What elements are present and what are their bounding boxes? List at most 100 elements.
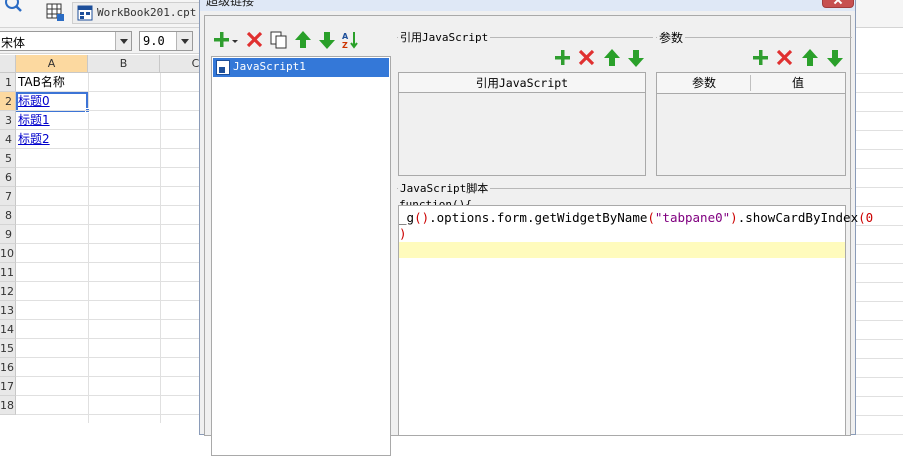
add-icon[interactable]	[751, 48, 771, 68]
cell-a1[interactable]: TAB名称	[18, 73, 65, 92]
grid-divider	[16, 300, 203, 301]
delete-icon[interactable]	[577, 48, 597, 68]
row-header[interactable]: 6	[0, 168, 16, 187]
svg-text:Z: Z	[342, 41, 348, 50]
row-header[interactable]: 11	[0, 263, 16, 282]
delete-icon[interactable]	[775, 48, 795, 68]
move-down-icon[interactable]	[626, 48, 646, 68]
column-header-a[interactable]: A	[16, 55, 88, 73]
code-token: ()	[414, 210, 430, 225]
code-line-1: _g().options.form.getWidgetByName("tabpa…	[399, 210, 873, 226]
grid-divider	[854, 415, 903, 416]
list-item-javascript1[interactable]: JavaScript1	[213, 58, 389, 77]
referenced-js-column-header[interactable]: 引用JavaScript	[399, 73, 645, 93]
copy-icon[interactable]	[269, 30, 289, 50]
move-down-icon[interactable]	[317, 30, 337, 50]
params-column-header-name[interactable]: 参数	[657, 73, 751, 93]
dialog-titlebar[interactable]: 超级链接	[200, 0, 855, 11]
grid-divider	[16, 414, 203, 415]
cell-a4-link[interactable]: 标题2	[18, 130, 50, 149]
svg-text:A: A	[342, 32, 349, 41]
grid-divider	[16, 205, 203, 206]
move-up-icon[interactable]	[800, 48, 820, 68]
corner-header[interactable]	[0, 55, 16, 73]
font-size-select[interactable]: 9.0	[139, 31, 193, 51]
workbook-tab-label: WorkBook201.cpt *	[97, 6, 210, 19]
grid-divider	[854, 111, 903, 112]
move-up-icon[interactable]	[602, 48, 622, 68]
row-header[interactable]: 7	[0, 187, 16, 206]
code-token: "tabpane0"	[654, 210, 731, 225]
grid-divider	[854, 168, 903, 169]
grid-divider	[16, 319, 203, 320]
params-group-title: 参数	[657, 29, 686, 46]
row-header[interactable]: 17	[0, 377, 16, 396]
code-token: .options.form.getWidgetByName	[429, 210, 648, 225]
grid-divider	[16, 243, 203, 244]
row-header[interactable]: 3	[0, 111, 16, 130]
row-header[interactable]: 15	[0, 339, 16, 358]
grid-divider	[88, 73, 89, 423]
row-header[interactable]: 4	[0, 130, 16, 149]
grid-divider	[16, 110, 203, 111]
move-up-icon[interactable]	[293, 30, 313, 50]
grid-divider	[16, 167, 203, 168]
row-header[interactable]: 8	[0, 206, 16, 225]
grid-divider	[16, 395, 203, 396]
referenced-js-table[interactable]: 引用JavaScript	[398, 72, 646, 176]
script-group-title: JavaScript脚本	[398, 180, 491, 196]
grid-divider	[854, 301, 903, 302]
script-icon	[216, 60, 230, 75]
column-header-b[interactable]: B	[88, 55, 160, 73]
script-editor[interactable]: _g().options.form.getWidgetByName("tabpa…	[398, 205, 873, 436]
grid-divider	[854, 187, 903, 188]
grid-divider	[854, 92, 903, 93]
hyperlink-dialog: 超级链接 AZ JavaScript1 引用JavaScript 引用JavaS…	[199, 0, 873, 456]
group-border	[656, 37, 852, 38]
grid-divider	[854, 358, 903, 359]
row-header[interactable]: 16	[0, 358, 16, 377]
code-token: 0	[865, 210, 874, 225]
row-header[interactable]: 14	[0, 320, 16, 339]
grid-divider	[854, 149, 903, 150]
close-button[interactable]	[822, 0, 854, 8]
grid-divider	[16, 224, 203, 225]
grid-divider	[854, 130, 903, 131]
delete-icon[interactable]	[245, 30, 265, 50]
cell-a3-link[interactable]: 标题1	[18, 111, 50, 130]
js-list-toolbar: AZ	[213, 30, 389, 52]
row-header[interactable]: 10	[0, 244, 16, 263]
row-header[interactable]: 1	[0, 73, 16, 92]
row-header[interactable]: 12	[0, 282, 16, 301]
row-header[interactable]: 13	[0, 301, 16, 320]
search-icon[interactable]	[2, 0, 24, 16]
chevron-down-icon[interactable]	[115, 32, 131, 50]
font-name-select[interactable]: 宋体	[0, 31, 132, 51]
move-down-icon[interactable]	[825, 48, 845, 68]
javascript-list[interactable]: JavaScript1	[211, 56, 391, 456]
grid-divider	[16, 338, 203, 339]
grid-divider	[160, 73, 161, 423]
insert-table-icon[interactable]	[46, 3, 64, 21]
row-header[interactable]: 2	[0, 92, 16, 111]
code-token: (	[858, 210, 866, 225]
grid-divider	[854, 263, 903, 264]
params-column-header-value[interactable]: 值	[751, 73, 845, 93]
row-header[interactable]: 18	[0, 396, 16, 415]
sort-az-icon[interactable]: AZ	[341, 30, 361, 50]
grid-divider	[16, 376, 203, 377]
font-size-value: 9.0	[143, 34, 165, 48]
add-dropdown-button[interactable]	[213, 30, 239, 50]
workbook-icon	[77, 5, 93, 21]
row-header[interactable]: 9	[0, 225, 16, 244]
grid-divider	[16, 281, 203, 282]
workbook-tab[interactable]: WorkBook201.cpt *	[72, 2, 210, 24]
grid-divider	[16, 357, 203, 358]
grid-divider	[854, 320, 903, 321]
row-header[interactable]: 5	[0, 149, 16, 168]
add-icon[interactable]	[553, 48, 573, 68]
spreadsheet-grid[interactable]: A B C TAB名称 标题0 标题1 标题2 1 2 3 4 5 6 7 8 9 10 11 12 1…	[0, 55, 232, 423]
chevron-down-icon[interactable]	[176, 32, 192, 50]
params-table[interactable]: 参数 值	[656, 72, 846, 176]
code-token: )	[730, 210, 738, 225]
